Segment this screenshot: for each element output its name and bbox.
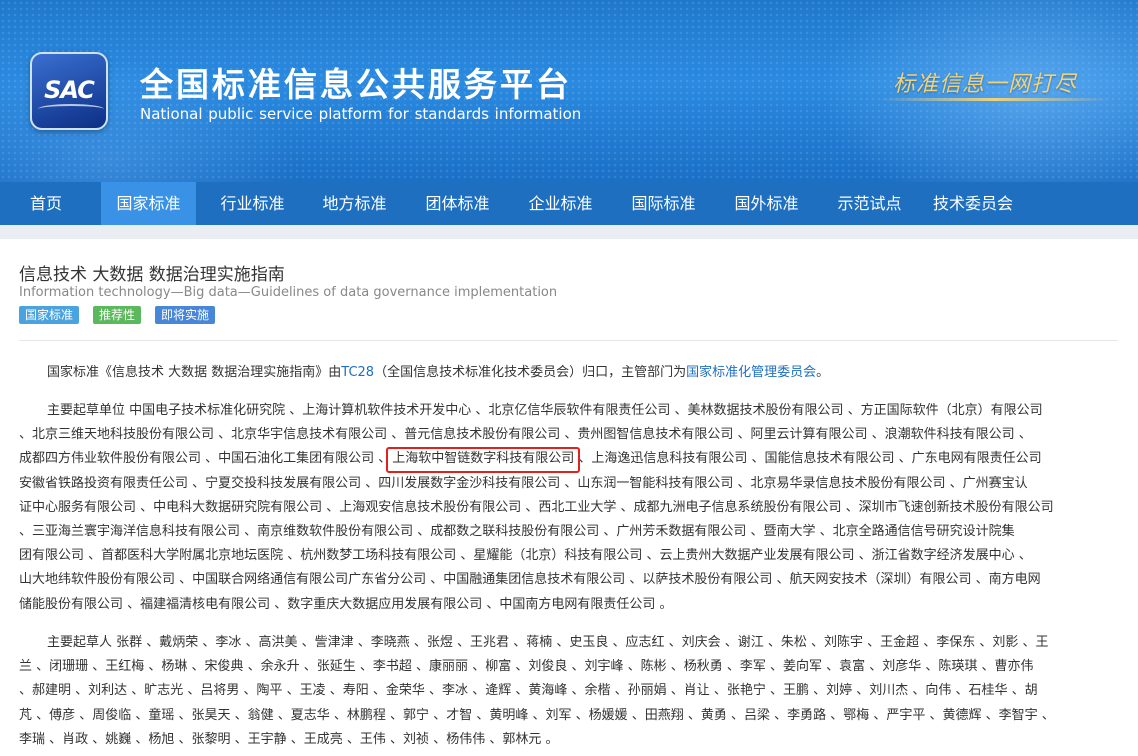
logo-swoosh-icon (38, 104, 104, 114)
standard-title: 信息技术 大数据 数据治理实施指南 (19, 265, 285, 285)
nav-item-local-standards[interactable]: 地方标准 (307, 182, 402, 225)
nav-item-industry-standards[interactable]: 行业标准 (205, 182, 300, 225)
drafters-line: 兰 、闭珊珊 、王红梅 、杨琳 、宋俊典 、余永升 、张延生 、李书超 、康丽丽… (19, 659, 1034, 675)
drafting-units-line: 储能股份有限公司 、福建福清核电有限公司 、数字重庆大数据应用发展有限公司 、中… (19, 596, 673, 612)
drafting-units-line: 证中心服务有限公司 、中电科大数据研究院有限公司 、上海观安信息技术股份有限公司… (19, 499, 1054, 515)
nav-item-demo-pilots[interactable]: 示范试点 (822, 182, 917, 225)
nav-item-national-standards[interactable]: 国家标准 (101, 182, 196, 225)
site-title: 全国标准信息公共服务平台 (140, 65, 572, 104)
badge-national-standard: 国家标准 (19, 306, 80, 324)
drafting-units-line: 山大地纬软件股份有限公司 、中国联合网络通信有限公司广东省分公司 、中国融通集团… (19, 572, 1041, 588)
drafters-line: 芃 、傅彦 、周俊临 、童瑶 、张昊天 、翁健 、夏志华 、林鹏程 、郭宁 、才… (19, 707, 1055, 723)
standard-title-en: Information technology—Big data—Guidelin… (19, 285, 558, 300)
nav-item-technical-committees[interactable]: 技术委员会 (923, 182, 1023, 225)
content-top-band (0, 225, 1138, 239)
drafting-units-line-end: 、上海逸迅信息科技有限公司 、国能信息技术有限公司 、广东电网有限责任公司 (574, 451, 1042, 467)
drafters-line: 、郝建明 、刘利达 、旷志光 、吕将男 、陶平 、王凌 、寿阳 、金荣华 、李冰… (19, 683, 1038, 699)
drafters-paragraph: 主要起草人 张群 、戴炳荣 、李冰 、高洪美 、訾津津 、李晓燕 、张煜 、王兆… (19, 631, 1119, 752)
nav-item-home[interactable]: 首页 (0, 182, 92, 225)
department-link[interactable]: 国家标准化管理委员会 (686, 365, 816, 380)
nav-item-international-standards[interactable]: 国际标准 (616, 182, 711, 225)
tc28-link[interactable]: TC28 (341, 365, 374, 380)
drafting-units-line-start: 成都四方伟业软件股份有限公司 、中国石油化工集团有限公司 、 (19, 451, 392, 467)
drafters-line: 李瑞 、肖政 、姚巍 、杨旭 、张黎明 、王宇静 、王成亮 、王伟 、刘祯 、杨… (19, 731, 559, 747)
site-subtitle: National public service platform for sta… (140, 105, 582, 123)
header-banner: SAC 全国标准信息公共服务平台 National public service… (0, 0, 1138, 182)
badge-upcoming: 即将实施 (155, 306, 216, 324)
drafting-units-line: 、三亚海兰寰宇海洋信息科技有限公司 、南京维数软件股份有限公司 、成都数之联科技… (19, 523, 1015, 539)
intro-suffix: 。 (816, 365, 830, 380)
drafters-line: 主要起草人 张群 、戴炳荣 、李冰 、高洪美 、訾津津 、李晓燕 、张煜 、王兆… (47, 635, 1049, 650)
nav-item-enterprise-standards[interactable]: 企业标准 (513, 182, 608, 225)
intro-line: 国家标准《信息技术 大数据 数据治理实施指南》由TC28（全国信息技术标准化技术… (19, 361, 1119, 385)
badge-recommended: 推荐性 (93, 306, 142, 324)
main-nav: 首页 国家标准 行业标准 地方标准 团体标准 企业标准 国际标准 国外标准 示范… (0, 182, 1138, 225)
drafting-units-line: 、北京三维天地科技股份有限公司 、北京华宇信息技术有限公司 、普元信息技术股份有… (19, 427, 1032, 443)
intro-paragraph: 国家标准《信息技术 大数据 数据治理实施指南》由TC28（全国信息技术标准化技术… (19, 361, 1119, 385)
nav-item-foreign-standards[interactable]: 国外标准 (719, 182, 814, 225)
drafting-units-line: 主要起草单位 中国电子技术标准化研究院 、上海计算机软件技术开发中心 、北京亿信… (47, 403, 1043, 418)
logo-text: SAC (44, 76, 95, 104)
section-divider (19, 340, 1118, 341)
drafting-units-line: 安徽省铁路投资有限责任公司 、宁夏交投科技发展有限公司 、四川发展数字金沙科技有… (19, 475, 1028, 491)
sac-logo[interactable]: SAC (30, 52, 108, 130)
slogan-underline (880, 98, 1110, 101)
drafting-units-paragraph: 主要起草单位 中国电子技术标准化研究院 、上海计算机软件技术开发中心 、北京亿信… (19, 399, 1119, 617)
intro-prefix: 国家标准《信息技术 大数据 数据治理实施指南》由 (47, 365, 342, 380)
red-highlight-box (386, 447, 581, 474)
drafting-units-line: 团有限公司 、首都医科大学附属北京地坛医院 、杭州数梦工场科技有限公司 、星耀能… (19, 548, 1032, 564)
nav-item-group-standards[interactable]: 团体标准 (410, 182, 505, 225)
slogan: 标准信息一网打尽 (893, 72, 1078, 97)
intro-middle: （全国信息技术标准化技术委员会）归口，主管部门为 (374, 365, 687, 380)
